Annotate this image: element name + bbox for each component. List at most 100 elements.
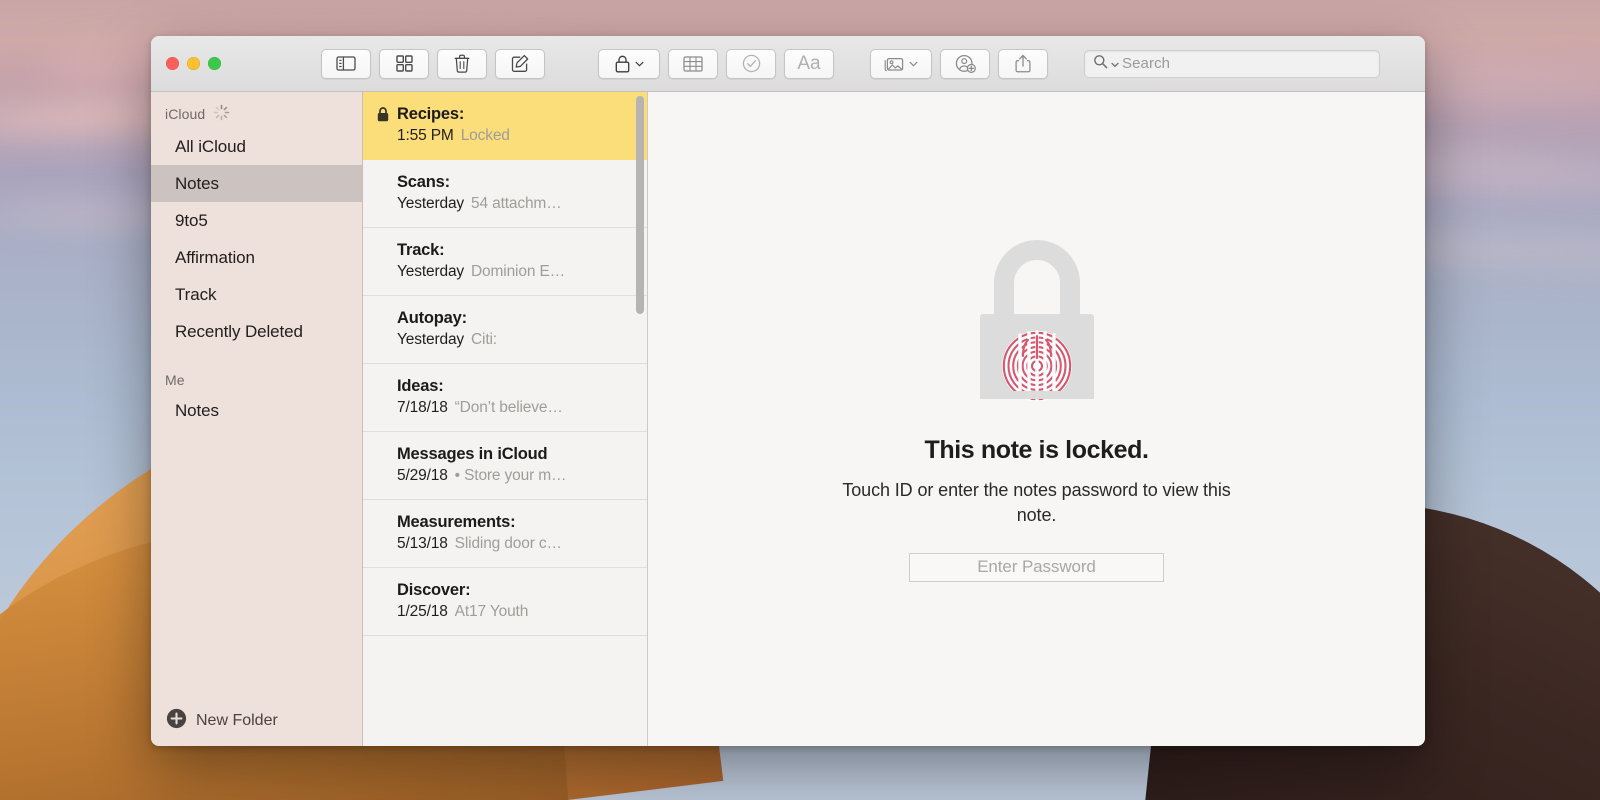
- chevron-down-icon: [909, 61, 918, 67]
- sidebar-item-track[interactable]: Track: [151, 276, 362, 313]
- sidebar-item-9to5[interactable]: 9to5: [151, 202, 362, 239]
- window-body: iCloud All iCloud Notes 9to5 Affirmation…: [151, 92, 1425, 746]
- sidebar-toggle-button[interactable]: [321, 48, 371, 79]
- locked-note-subtitle: Touch ID or enter the notes password to …: [842, 480, 1231, 525]
- note-date: Yesterday: [397, 331, 465, 348]
- sync-spinner-icon: [213, 104, 230, 124]
- note-meta: 1:55 PM Locked: [397, 127, 631, 145]
- sidebar-item-me-notes[interactable]: Notes: [151, 392, 362, 429]
- note-detail-pane: This note is locked. Touch ID or enter t…: [648, 92, 1425, 746]
- trash-icon: [454, 54, 470, 73]
- note-preview: Citi:: [471, 331, 497, 348]
- note-date: Yesterday: [397, 263, 465, 280]
- notes-rows: Recipes: 1:55 PM Locked Scans: Yesterday 54 a…: [363, 92, 647, 636]
- grid-icon: [395, 55, 413, 72]
- chevron-down-icon: [634, 61, 644, 67]
- traffic-light-buttons: [166, 57, 221, 70]
- note-title: Autopay:: [397, 309, 467, 327]
- note-preview: 54 attachm…: [471, 195, 562, 212]
- note-meta: Yesterday Citi:: [397, 331, 631, 349]
- sidebar-item-all-icloud[interactable]: All iCloud: [151, 128, 362, 165]
- note-title: Messages in iCloud: [397, 445, 548, 463]
- locked-note-title: This note is locked.: [924, 436, 1149, 465]
- note-row[interactable]: Measurements: 5/13/18 Sliding door c…: [363, 500, 647, 568]
- note-preview: At17 Youth: [454, 603, 529, 620]
- add-person-icon: [955, 54, 976, 73]
- checklist-button[interactable]: [726, 48, 776, 79]
- note-meta: Yesterday Dominion E…: [397, 263, 631, 281]
- note-row[interactable]: Autopay: Yesterday Citi:: [363, 296, 647, 364]
- toolbar-group-edit: Aa: [598, 48, 834, 79]
- sidebar-icon: [336, 56, 356, 71]
- checkmark-circle-icon: [742, 54, 761, 73]
- table-button[interactable]: [668, 48, 718, 79]
- toolbar-group-view: [321, 48, 545, 79]
- note-row[interactable]: Scans: Yesterday 54 attachm…: [363, 160, 647, 228]
- note-date: 7/18/18: [397, 399, 448, 416]
- note-meta: 7/18/18 “Don’t believe…: [397, 399, 631, 417]
- format-aa-label: Aa: [797, 53, 821, 74]
- sidebar-item-label: Notes: [175, 173, 219, 193]
- sidebar-item-recently-deleted[interactable]: Recently Deleted: [151, 313, 362, 350]
- new-note-button[interactable]: [495, 48, 545, 79]
- note-date: 5/13/18: [397, 535, 448, 552]
- notes-list-scrollbar[interactable]: [636, 96, 644, 314]
- locked-note-lock-icon: [957, 236, 1117, 406]
- toolbar-group-insert: [870, 48, 1048, 79]
- note-date: 1:55 PM: [397, 127, 454, 144]
- note-title: Discover:: [397, 581, 471, 599]
- share-button[interactable]: [998, 48, 1048, 79]
- note-row[interactable]: Recipes: 1:55 PM Locked: [363, 92, 647, 160]
- note-title: Measurements:: [397, 513, 516, 531]
- note-preview: Locked: [460, 127, 510, 144]
- plus-circle-icon: [166, 708, 187, 734]
- note-title: Recipes:: [397, 105, 465, 123]
- maximize-window-button[interactable]: [208, 57, 221, 70]
- sidebar-item-label: Affirmation: [175, 247, 255, 267]
- share-icon: [1015, 54, 1031, 73]
- table-icon: [683, 55, 703, 72]
- note-row[interactable]: Messages in iCloud 5/29/18 • Store your m…: [363, 432, 647, 500]
- delete-note-button[interactable]: [437, 48, 487, 79]
- search-icon: [1093, 54, 1108, 74]
- note-preview: Sliding door c…: [454, 535, 562, 552]
- note-preview: • Store your m…: [454, 467, 567, 484]
- desktop-wallpaper: Aa Search iCloud All iCloud Notes 9to5 A…: [0, 0, 1600, 800]
- sidebar-item-label: Notes: [175, 400, 219, 420]
- add-people-button[interactable]: [940, 48, 990, 79]
- password-input[interactable]: Enter Password: [909, 552, 1164, 582]
- note-preview: Dominion E…: [471, 263, 565, 280]
- window-toolbar: Aa Search: [151, 36, 1425, 92]
- minimize-window-button[interactable]: [187, 57, 200, 70]
- lock-note-button[interactable]: [598, 48, 660, 79]
- note-meta: 5/29/18 • Store your m…: [397, 467, 631, 485]
- new-folder-label: New Folder: [196, 712, 278, 729]
- sidebar-section-header-me: Me: [151, 368, 362, 392]
- notes-list[interactable]: Recipes: 1:55 PM Locked Scans: Yesterday 54 a…: [363, 92, 648, 746]
- note-meta: 5/13/18 Sliding door c…: [397, 535, 631, 553]
- format-button[interactable]: Aa: [784, 48, 834, 79]
- sidebar-item-affirmation[interactable]: Affirmation: [151, 239, 362, 276]
- sidebar-item-notes[interactable]: Notes: [151, 165, 362, 202]
- lock-icon: [615, 55, 630, 73]
- note-row[interactable]: Ideas: 7/18/18 “Don’t believe…: [363, 364, 647, 432]
- note-title: Track:: [397, 241, 445, 259]
- note-title: Scans:: [397, 173, 450, 191]
- search-field[interactable]: Search: [1084, 49, 1380, 78]
- note-date: Yesterday: [397, 195, 465, 212]
- note-title: Ideas:: [397, 377, 444, 395]
- search-chevron-down-icon[interactable]: [1111, 55, 1119, 73]
- close-window-button[interactable]: [166, 57, 179, 70]
- note-row[interactable]: Track: Yesterday Dominion E…: [363, 228, 647, 296]
- sidebar-section-label: Me: [165, 372, 185, 388]
- note-meta: Yesterday 54 attachm…: [397, 195, 631, 213]
- note-preview: “Don’t believe…: [454, 399, 563, 416]
- sidebar-item-label: 9to5: [175, 210, 208, 230]
- sidebar-item-label: Recently Deleted: [175, 321, 303, 341]
- note-row[interactable]: Discover: 1/25/18 At17 Youth: [363, 568, 647, 636]
- new-folder-button[interactable]: New Folder: [151, 696, 362, 746]
- gallery-view-button[interactable]: [379, 48, 429, 79]
- note-meta: 1/25/18 At17 Youth: [397, 603, 631, 621]
- media-button[interactable]: [870, 48, 932, 79]
